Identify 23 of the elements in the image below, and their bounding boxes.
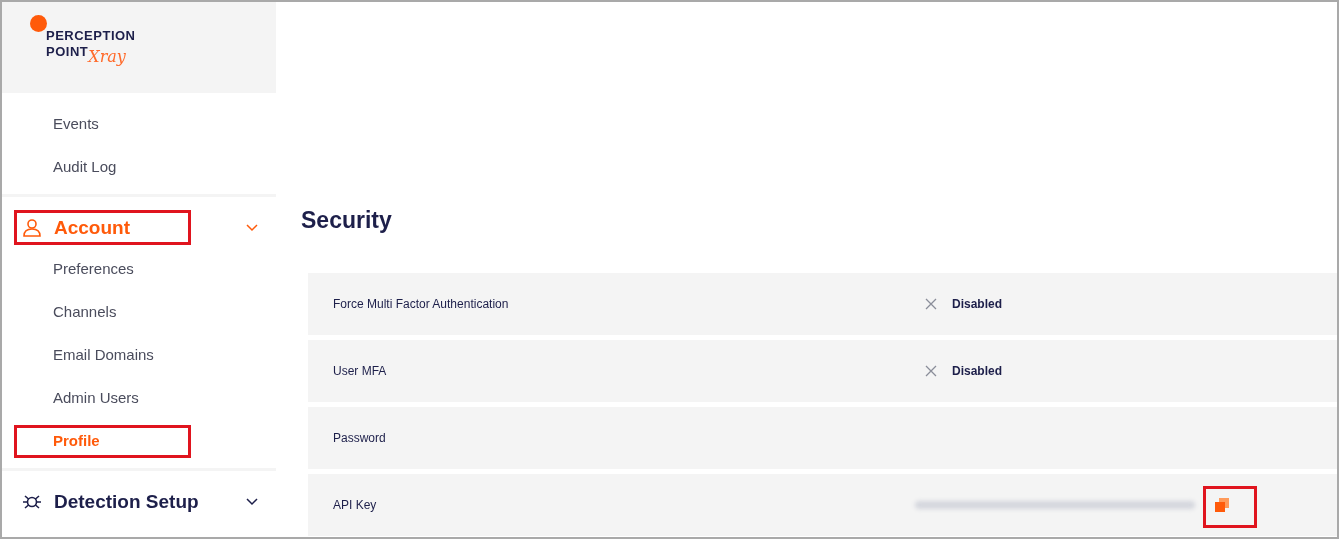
sidebar-item[interactable]: Admin Users	[2, 376, 276, 419]
logo-script-text: Xray	[88, 48, 126, 66]
person-icon	[22, 218, 42, 238]
copy-icon	[1215, 498, 1229, 512]
logo-dot-icon	[30, 15, 47, 32]
sidebar-item[interactable]: Email Domains	[2, 333, 276, 376]
setting-label: Force Multi Factor Authentication	[332, 297, 510, 311]
setting-label: Password	[332, 431, 387, 445]
sidebar-item[interactable]: Channels	[2, 290, 276, 333]
logo-text: POINT	[46, 44, 89, 59]
setting-label: User MFA	[332, 364, 388, 378]
sidebar-item[interactable]: Preferences	[2, 247, 276, 290]
sidebar-item[interactable]: Audit Log	[2, 145, 276, 188]
chevron-down-icon	[246, 224, 258, 232]
bug-icon	[22, 492, 42, 512]
sidebar-group-header[interactable]: Detection Setup	[2, 483, 276, 521]
status-text: Disabled	[952, 297, 1002, 311]
page-title: Security	[301, 206, 393, 235]
logo-text: PERCEPTION	[46, 28, 137, 44]
sidebar-item[interactable]: Events	[2, 102, 276, 145]
chevron-down-icon	[246, 498, 258, 506]
setting-label: API Key	[332, 498, 378, 512]
status-text: Disabled	[952, 364, 1002, 378]
